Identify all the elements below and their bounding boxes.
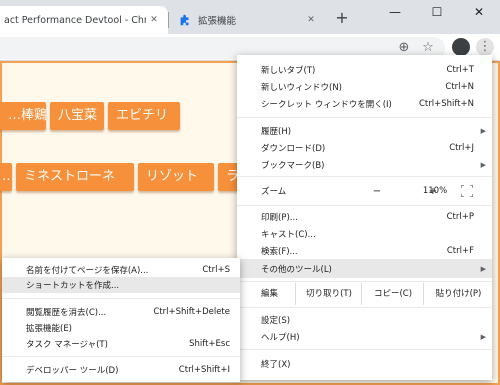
maximize-button[interactable]: ☐ (416, 0, 458, 24)
menu-divider (2, 356, 240, 357)
menu-item-label: 名前を付けてページを保存(A)... (26, 265, 149, 276)
menu-item-cast[interactable]: キャスト(C)... (237, 225, 492, 242)
menu-item-shortcut: Ctrl+T (446, 64, 474, 75)
menu-item-find[interactable]: 検索(F)... Ctrl+F (237, 242, 492, 259)
menu-item-label: 履歴(H) (261, 126, 292, 137)
menu-item-print[interactable]: 印刷(P)... Ctrl+P (237, 208, 492, 225)
menu-item-shortcut: Ctrl+P (446, 211, 474, 222)
menu-item-label: デベロッパー ツール(D) (26, 365, 119, 376)
new-tab-button[interactable]: + (332, 8, 352, 28)
edit-row: 編集 切り取り(T) コピー(C) 貼り付け(P) (237, 283, 492, 305)
kebab-menu-icon[interactable]: ⋮ (476, 38, 494, 56)
menu-item-shortcut: Ctrl+N (445, 81, 474, 92)
menu-chip[interactable]: … (0, 163, 12, 191)
menu-divider (2, 298, 240, 299)
tab-divider (168, 12, 169, 28)
submenu-arrow-icon: ▶ (480, 160, 486, 169)
menu-item-label: ショートカットを作成... (26, 281, 120, 291)
menu-item-label: 終了(X) (261, 359, 291, 370)
menu-item-label: タスク マネージャ(T) (26, 339, 108, 350)
menu-chip[interactable]: …棒鶏 (0, 102, 46, 130)
menu-item-settings[interactable]: 設定(S) (237, 311, 492, 328)
menu-item-history[interactable]: 履歴(H) ▶ (237, 122, 492, 139)
menu-divider (237, 307, 492, 308)
submenu-item-extensions[interactable]: 拡張機能(E) (2, 320, 240, 335)
zoom-label: ズーム (261, 187, 287, 197)
menu-item-label: ブックマーク(B) (261, 160, 325, 171)
menu-item-shortcut: Ctrl+J (449, 142, 474, 153)
close-window-button[interactable]: ✕ (458, 0, 500, 24)
submenu-item-save-page[interactable]: 名前を付けてページを保存(A)... Ctrl+S (2, 262, 240, 277)
paste-button[interactable]: 貼り付け(P) (423, 283, 493, 305)
submenu-arrow-icon: ▶ (480, 126, 486, 135)
menu-item-label: 拡張機能(E) (26, 323, 73, 334)
tab-react-devtool[interactable]: act Performance Devtool - Chr ✕ (0, 6, 168, 34)
cut-button[interactable]: 切り取り(T) (295, 283, 362, 305)
menu-item-label: シークレット ウィンドウを開く(I) (261, 99, 392, 110)
more-tools-submenu: 名前を付けてページを保存(A)... Ctrl+S ショートカットを作成... … (2, 258, 240, 382)
edit-label: 編集 (261, 289, 279, 299)
menu-item-label: 新しいウィンドウ(N) (261, 82, 342, 93)
menu-item-shortcut: Ctrl+Shift+I (178, 364, 230, 375)
menu-item-label: キャスト(C)... (261, 229, 316, 240)
menu-item-label: その他のツール(L) (261, 264, 332, 275)
menu-item-help[interactable]: ヘルプ(H) ▶ (237, 328, 492, 345)
menu-item-label: 新しいタブ(T) (261, 65, 316, 76)
menu-item-downloads[interactable]: ダウンロード(D) Ctrl+J (237, 139, 492, 156)
menu-chip[interactable]: リゾット (138, 163, 214, 191)
tab-title: 拡張機能 (198, 16, 237, 27)
menu-item-more-tools[interactable]: その他のツール(L) ▶ (237, 259, 492, 278)
minimize-button[interactable]: — (374, 0, 416, 24)
menu-divider (237, 117, 492, 118)
menu-item-shortcut: Ctrl+Shift+N (418, 98, 474, 109)
menu-item-shortcut: Ctrl+Shift+Delete (153, 306, 230, 317)
menu-item-label: 閲覧履歴を消去(C)... (26, 307, 107, 318)
menu-divider (237, 349, 492, 350)
tab-extensions[interactable]: 拡張機能 ✕ (170, 6, 325, 34)
menu-item-shortcut: Shift+Esc (189, 338, 230, 349)
tab-close-icon[interactable]: ✕ (303, 15, 319, 25)
menu-item-shortcut: Ctrl+S (202, 264, 230, 275)
menu-item-label: 検索(F)... (261, 246, 298, 257)
menu-chip[interactable]: 八宝菜 (50, 102, 104, 130)
menu-item-label: ダウンロード(D) (261, 143, 326, 154)
fullscreen-icon[interactable] (461, 185, 473, 197)
menu-chip[interactable]: エビチリ (108, 102, 180, 130)
menu-divider (237, 281, 492, 282)
submenu-item-devtools[interactable]: デベロッパー ツール(D) Ctrl+Shift+I (2, 362, 240, 377)
menu-item-label: 設定(S) (261, 315, 291, 326)
zoom-in-button[interactable]: + (423, 186, 443, 197)
menu-item-exit[interactable]: 終了(X) (237, 355, 492, 372)
tab-title: act Performance Devtool - Chr (4, 14, 146, 26)
menu-item-label: ヘルプ(H) (261, 332, 300, 343)
copy-button[interactable]: コピー(C) (361, 283, 424, 305)
submenu-arrow-icon: ▶ (480, 264, 486, 273)
puzzle-icon (180, 14, 189, 26)
menu-item-shortcut: Ctrl+F (446, 245, 474, 256)
menu-item-new-tab[interactable]: 新しいタブ(T) Ctrl+T (237, 61, 492, 78)
menu-item-label: 印刷(P)... (261, 212, 298, 223)
chrome-main-menu: 新しいタブ(T) Ctrl+T 新しいウィンドウ(N) Ctrl+N シークレッ… (237, 55, 492, 380)
zoom-row: ズーム − 110% + (237, 177, 492, 205)
menu-item-incognito[interactable]: シークレット ウィンドウを開く(I) Ctrl+Shift+N (237, 95, 492, 112)
menu-divider (237, 205, 492, 206)
submenu-item-task-manager[interactable]: タスク マネージャ(T) Shift+Esc (2, 336, 240, 351)
zoom-out-button[interactable]: − (367, 186, 387, 197)
profile-avatar[interactable] (452, 38, 470, 56)
submenu-item-create-shortcut[interactable]: ショートカットを作成... (2, 277, 240, 293)
submenu-arrow-icon: ▶ (480, 332, 486, 341)
menu-item-new-window[interactable]: 新しいウィンドウ(N) Ctrl+N (237, 78, 492, 95)
menu-item-bookmarks[interactable]: ブックマーク(B) ▶ (237, 156, 492, 173)
title-bar: act Performance Devtool - Chr ✕ 拡張機能 ✕ +… (0, 0, 500, 34)
submenu-item-clear-history[interactable]: 閲覧履歴を消去(C)... Ctrl+Shift+Delete (2, 304, 240, 319)
tab-close-icon[interactable]: ✕ (146, 15, 162, 25)
menu-chip[interactable]: ミネストローネ (16, 163, 134, 191)
